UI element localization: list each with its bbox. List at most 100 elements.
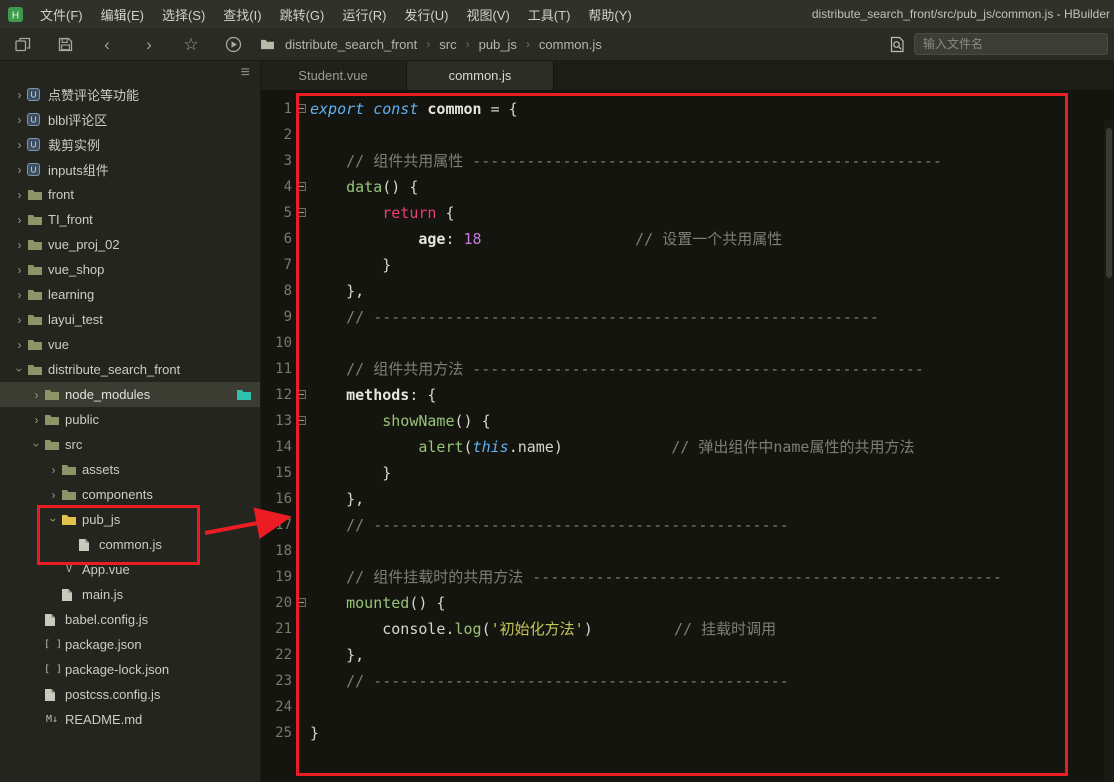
forward-icon[interactable]: › — [140, 35, 158, 53]
tree-item[interactable]: M↓ README.md — [0, 707, 260, 732]
tree-item[interactable]: › Ublbl评论区 — [0, 107, 260, 132]
search-file-icon[interactable] — [888, 35, 906, 53]
back-icon[interactable]: ‹ — [98, 35, 116, 53]
chevron-right-icon[interactable]: › — [12, 214, 27, 226]
fold-marker-icon[interactable] — [292, 174, 310, 200]
code-line: 15 } — [260, 460, 1114, 486]
tree-item[interactable]: › U 点赞评论等功能 — [0, 82, 260, 107]
code-text: // 组件共用属性 ------------------------------… — [346, 152, 942, 170]
chevron-right-icon[interactable]: › — [46, 464, 61, 476]
tree-item[interactable]: › front — [0, 182, 260, 207]
chevron-right-icon[interactable]: › — [46, 489, 61, 501]
menu-item[interactable]: 工具(T) — [519, 0, 580, 28]
breadcrumb-item[interactable]: src — [437, 37, 458, 52]
fold-marker-icon[interactable] — [292, 590, 310, 616]
fold-marker-icon[interactable] — [292, 408, 310, 434]
tree-item[interactable]: › learning — [0, 282, 260, 307]
tree-item[interactable]: › pub_js — [0, 507, 260, 532]
run-icon[interactable] — [224, 35, 242, 53]
tree-item[interactable]: › TI_front — [0, 207, 260, 232]
tree-item[interactable]: common.js — [0, 532, 260, 557]
tree-item[interactable]: [ ] package-lock.json — [0, 657, 260, 682]
tree-item[interactable]: › Uinputs组件 — [0, 157, 260, 182]
code-line: 3 // 组件共用属性 ----------------------------… — [260, 148, 1114, 174]
bookmark-star-icon[interactable]: ☆ — [182, 35, 200, 53]
menu-item[interactable]: 帮助(Y) — [579, 0, 640, 28]
tree-item[interactable]: › layui_test — [0, 307, 260, 332]
project-switch-icon[interactable] — [14, 35, 32, 53]
tree-item[interactable]: main.js — [0, 582, 260, 607]
save-icon[interactable] — [56, 35, 74, 53]
chevron-down-icon[interactable]: › — [47, 512, 61, 527]
chevron-right-icon[interactable]: › — [12, 189, 27, 201]
editor-scrollbar[interactable] — [1104, 120, 1114, 782]
code-line: 10 — [260, 330, 1114, 356]
breadcrumb-separator-icon: › — [426, 37, 431, 51]
tree-item-label: layui_test — [48, 312, 103, 327]
tree-item[interactable]: V App.vue — [0, 557, 260, 582]
fold-gutter — [292, 356, 310, 382]
tree-item[interactable]: › src — [0, 432, 260, 457]
chevron-right-icon[interactable]: › — [12, 239, 27, 251]
chevron-right-icon[interactable]: › — [29, 389, 44, 401]
tree-item-label: vue_proj_02 — [48, 237, 120, 252]
app-icon: U — [27, 113, 46, 126]
tree-item[interactable]: › vue — [0, 332, 260, 357]
fold-marker-icon[interactable] — [292, 382, 310, 408]
chevron-right-icon[interactable]: › — [12, 314, 27, 326]
line-number: 13 — [275, 413, 292, 429]
chevron-right-icon[interactable]: › — [12, 89, 27, 101]
tree-item[interactable]: › vue_proj_02 — [0, 232, 260, 257]
tab-common-js[interactable]: common.js — [407, 60, 554, 90]
breadcrumb-item[interactable]: distribute_search_front — [283, 37, 419, 52]
fold-marker-icon[interactable] — [292, 96, 310, 122]
tree-item[interactable]: postcss.config.js — [0, 682, 260, 707]
chevron-right-icon[interactable]: › — [12, 139, 27, 151]
chevron-down-icon[interactable]: › — [13, 362, 27, 377]
app-icon: U — [27, 88, 46, 101]
tree-item[interactable]: › assets — [0, 457, 260, 482]
code-text: }, — [310, 282, 365, 300]
menu-item[interactable]: 文件(F) — [31, 0, 92, 28]
menu-item[interactable]: 跳转(G) — [271, 0, 334, 28]
tree-item[interactable]: › node_modules — [0, 382, 260, 407]
chevron-down-icon[interactable]: › — [30, 437, 44, 452]
folder-icon — [27, 213, 46, 226]
menu-item[interactable]: 选择(S) — [153, 0, 214, 28]
breadcrumb-item[interactable]: common.js — [537, 37, 604, 52]
menu-item[interactable]: 视图(V) — [457, 0, 518, 28]
breadcrumb-item[interactable]: pub_js — [477, 37, 519, 52]
line-number: 10 — [275, 335, 292, 351]
tree-item[interactable]: › public — [0, 407, 260, 432]
tree-item[interactable]: › U 裁剪实例 — [0, 132, 260, 157]
tree-item[interactable]: [ ] package.json — [0, 632, 260, 657]
menu-item[interactable]: 编辑(E) — [92, 0, 153, 28]
code-text: // 组件共用方法 ------------------------------… — [346, 360, 924, 378]
chevron-right-icon[interactable]: › — [12, 114, 27, 126]
editor[interactable]: 1 export const common = {2 3 // 组件共用属性 ---… — [260, 90, 1114, 782]
tree-item[interactable]: › distribute_search_front — [0, 357, 260, 382]
tree-item-label: node_modules — [65, 387, 151, 402]
menu-item[interactable]: 查找(I) — [214, 0, 270, 28]
folder-icon — [44, 388, 63, 401]
chevron-right-icon[interactable]: › — [12, 164, 27, 176]
fold-marker-icon[interactable] — [292, 200, 310, 226]
scrollbar-thumb[interactable] — [1106, 128, 1112, 278]
line-number: 17 — [275, 517, 292, 533]
hamburger-menu-icon[interactable]: ≡ — [241, 64, 250, 82]
filename-search-input[interactable] — [914, 33, 1108, 55]
chevron-right-icon[interactable]: › — [29, 414, 44, 426]
chevron-right-icon[interactable]: › — [12, 339, 27, 351]
tree-item[interactable]: babel.config.js — [0, 607, 260, 632]
locate-folder-icon[interactable] — [236, 388, 252, 404]
tree-item-label: blbl评论区 — [48, 113, 108, 128]
code-text: } — [310, 724, 320, 742]
menu-item[interactable]: 发行(U) — [395, 0, 457, 28]
chevron-right-icon[interactable]: › — [12, 289, 27, 301]
tab-student-vue[interactable]: Student.vue — [260, 60, 407, 90]
tree-item[interactable]: › components — [0, 482, 260, 507]
tree-item[interactable]: › vue_shop — [0, 257, 260, 282]
sidebar: ≡ › U 点赞评论等功能 › Ublbl评论区 › U 裁剪实例 › Uinputs组件 › fro… — [0, 60, 261, 782]
chevron-right-icon[interactable]: › — [12, 264, 27, 276]
menu-item[interactable]: 运行(R) — [333, 0, 395, 28]
